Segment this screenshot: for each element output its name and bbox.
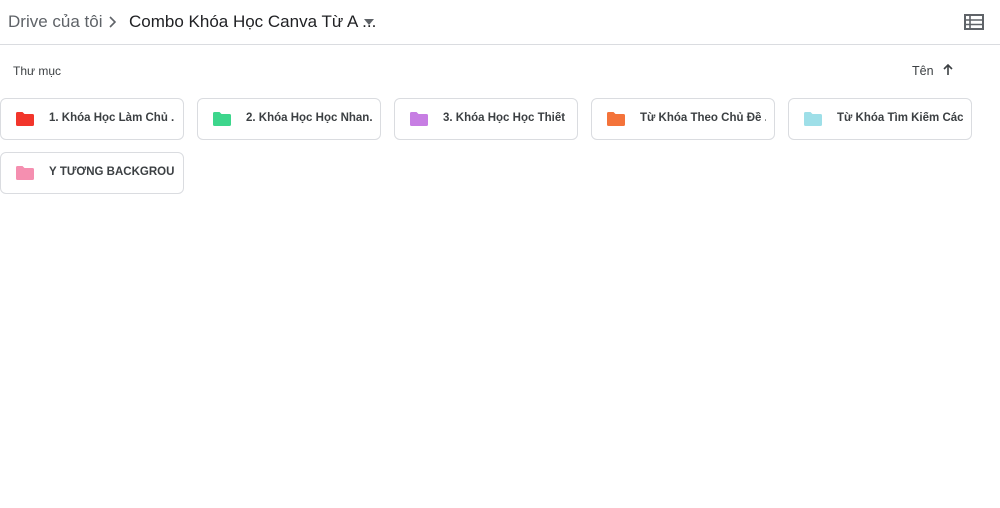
folder-card[interactable]: 3. Khóa Học Học Thiết ... [394,98,578,140]
folder-icon [804,112,822,126]
folder-icon [607,112,625,126]
folder-card[interactable]: 1. Khóa Học Làm Chủ ... [0,98,184,140]
list-view-icon[interactable] [963,12,985,32]
folder-name: 2. Khóa Học Học Nhan... [246,112,372,124]
folder-name: 3. Khóa Học Học Thiết ... [443,112,569,124]
folder-card[interactable]: 2. Khóa Học Học Nhan... [197,98,381,140]
sort-by-name-button[interactable]: Tên [912,64,934,78]
folder-card[interactable]: Ý TƯỞNG BACKGROUN... [0,152,184,194]
folder-icon [410,112,428,126]
top-bar: Drive của tôi Combo Khóa Học Canva Từ A … [0,0,1000,45]
breadcrumb-root-my-drive[interactable]: Drive của tôi [8,12,102,32]
breadcrumb-current-folder[interactable]: Combo Khóa Học Canva Từ A ... [129,12,376,32]
folder-name: Ý TƯỞNG BACKGROUN... [49,166,175,178]
folder-name: 1. Khóa Học Làm Chủ ... [49,112,175,124]
arrow-up-icon[interactable] [941,63,955,77]
folders-section-label: Thư mục [13,64,62,78]
folder-icon [16,166,34,180]
chevron-right-icon [109,16,117,28]
folder-icon [213,112,231,126]
folder-name: Từ Khóa Tìm Kiếm Các... [837,112,963,124]
folder-icon [16,112,34,126]
caret-down-icon[interactable] [362,16,376,28]
folder-card[interactable]: Từ Khóa Theo Chủ Đề ... [591,98,775,140]
folder-name: Từ Khóa Theo Chủ Đề ... [640,112,766,124]
folder-card[interactable]: Từ Khóa Tìm Kiếm Các... [788,98,972,140]
